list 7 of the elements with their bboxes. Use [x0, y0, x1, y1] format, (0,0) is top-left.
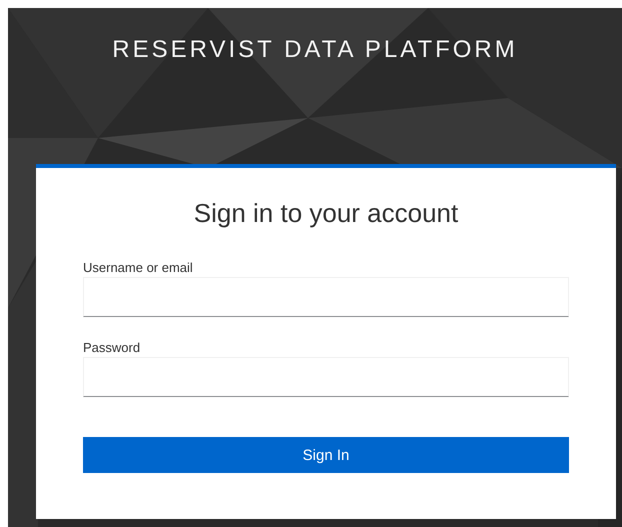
platform-title: RESERVIST DATA PLATFORM: [112, 36, 518, 64]
login-heading: Sign in to your account: [194, 198, 458, 229]
sign-in-button[interactable]: Sign In: [83, 437, 569, 473]
field-label: Password: [83, 340, 140, 355]
field-label: Username or email: [83, 260, 193, 275]
input-field[interactable]: [83, 277, 569, 317]
input-field[interactable]: [83, 357, 569, 397]
